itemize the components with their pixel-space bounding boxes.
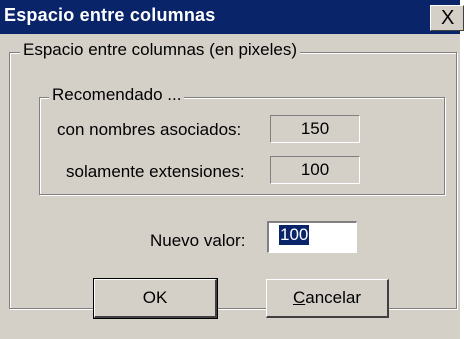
close-button[interactable]: X: [430, 5, 464, 31]
close-icon: X: [441, 7, 455, 29]
extensions-only-label: solamente extensiones:: [66, 162, 245, 181]
associated-names-value: 150: [270, 115, 360, 143]
cancel-mnemonic: C: [292, 288, 306, 307]
spacing-group-legend: Espacio entre columnas (en pixeles): [20, 40, 301, 60]
new-value-text: 100: [279, 225, 310, 245]
dialog-window: Espacio entre columnas X Espacio entre c…: [0, 0, 464, 339]
recommended-group-legend: Recomendado ...: [49, 85, 185, 105]
title-bar[interactable]: Espacio entre columnas: [0, 0, 460, 34]
new-value-label: Nuevo valor:: [150, 231, 246, 250]
ok-button[interactable]: OK: [93, 278, 218, 319]
window-title: Espacio entre columnas: [4, 5, 216, 25]
cancel-button[interactable]: Cancelar: [266, 279, 389, 318]
new-value-input[interactable]: 100: [267, 221, 357, 253]
cancel-label-rest: ancelar: [305, 288, 362, 307]
extensions-only-value: 100: [270, 156, 360, 184]
associated-names-label: con nombres asociados:: [57, 120, 242, 139]
